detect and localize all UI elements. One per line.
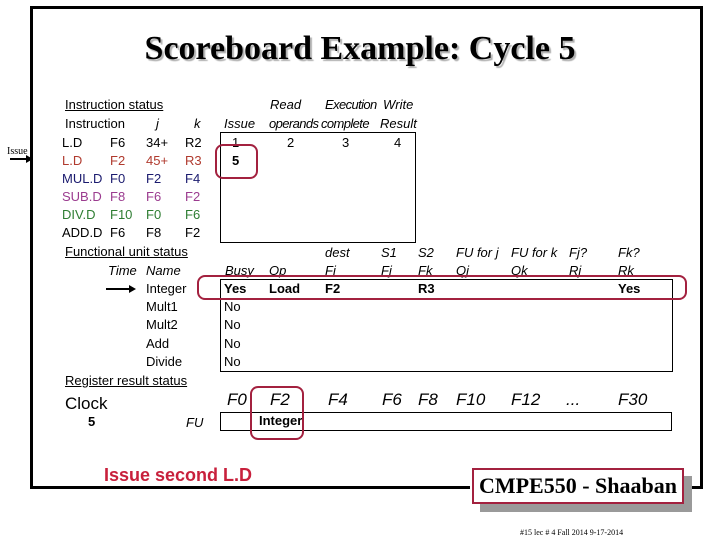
instr-j: 34+: [146, 135, 169, 150]
instr-k: R2: [185, 135, 202, 150]
register-name: F0: [227, 390, 247, 409]
instr-op: ADD.D: [62, 225, 103, 240]
header-qj-top: FU for j: [456, 245, 499, 260]
integer-unit-highlight: [197, 275, 687, 300]
fu-name: Add: [146, 335, 170, 351]
fu-row-label: FU: [186, 415, 204, 430]
instr-j: F2: [146, 171, 162, 186]
instr-op: L.D: [62, 135, 83, 150]
instr-dest: F8: [110, 189, 126, 204]
slide-frame-left: [30, 6, 33, 488]
instr-dest: F6: [110, 225, 126, 240]
header-k: k: [194, 116, 201, 131]
register-name: F30: [618, 390, 648, 409]
header-j: j: [156, 116, 159, 131]
fu-name: Divide: [146, 353, 183, 369]
register-f2-highlight: [250, 386, 304, 440]
footer-lecture-info: #15 lec # 4 Fall 2014 9-17-2014: [520, 528, 624, 537]
instr-op: DIV.D: [62, 207, 96, 222]
header-write-top: Write: [383, 97, 414, 112]
current-unit-arrow-icon: [106, 288, 130, 290]
header-rk-top: Fk?: [618, 245, 640, 260]
fu-busy: No: [224, 317, 241, 333]
header-name: Name: [146, 263, 181, 278]
instr-k: F4: [185, 171, 201, 186]
header-write-bottom: Result: [380, 116, 417, 131]
register-name: F4: [328, 390, 348, 409]
slide-frame-bottom: [30, 486, 470, 489]
issue-cycle-highlight: [215, 144, 258, 179]
register-name: F8: [418, 390, 438, 409]
instr-j: F6: [146, 189, 162, 204]
clock-value: 5: [88, 414, 96, 429]
fu-busy: No: [224, 353, 241, 369]
header-time: Time: [108, 263, 137, 278]
slide-frame-top: [30, 6, 703, 9]
fu-busy: No: [224, 299, 241, 315]
header-rj-top: Fj?: [569, 245, 588, 260]
instr-k: F2: [185, 225, 201, 240]
register-result-status-heading: Register result status: [65, 373, 188, 388]
slide-title: Scoreboard Example: Cycle 5: [144, 30, 576, 67]
instr-dest: F10: [110, 207, 133, 222]
header-read-bottom: operands: [269, 116, 319, 131]
header-dest-top: dest: [325, 245, 350, 260]
instr-dest: F2: [110, 153, 126, 168]
instr-exec: 3: [342, 135, 350, 150]
instr-read: 2: [287, 135, 295, 150]
fu-busy: No: [224, 335, 241, 351]
header-qk-top: FU for k: [511, 245, 558, 260]
header-exec-top: Execution: [325, 97, 377, 112]
footer-course-title: CMPE550 - Shaaban: [472, 468, 684, 504]
issue-arrow-head-icon: [26, 155, 33, 163]
header-exec-bottom: complete: [321, 116, 370, 131]
header-read-top: Read: [270, 97, 302, 112]
register-name: F6: [382, 390, 402, 409]
header-s2-top: S2: [418, 245, 434, 260]
instr-j: 45+: [146, 153, 169, 168]
register-name: F12: [511, 390, 541, 409]
issue-pointer-label: Issue: [7, 146, 28, 157]
register-name: F10: [456, 390, 486, 409]
instruction-status-heading: Instruction status: [65, 97, 164, 112]
instr-k: R3: [185, 153, 202, 168]
fu-name: Mult1: [146, 299, 178, 315]
fu-name: Integer: [146, 281, 187, 296]
instr-op: MUL.D: [62, 171, 103, 186]
functional-unit-status-heading: Functional unit status: [65, 244, 188, 259]
instr-k: F2: [185, 189, 201, 204]
instr-k: F6: [185, 207, 201, 222]
instr-j: F0: [146, 207, 162, 222]
instr-j: F8: [146, 225, 162, 240]
instr-op: L.D: [62, 153, 83, 168]
current-unit-arrow-head-icon: [129, 285, 136, 293]
header-instruction: Instruction: [65, 116, 125, 131]
instr-dest: F6: [110, 135, 126, 150]
register-name: ...: [566, 390, 581, 409]
instr-dest: F0: [110, 171, 126, 186]
clock-label: Clock: [65, 394, 108, 413]
instr-write: 4: [394, 135, 402, 150]
header-s1-top: S1: [381, 245, 397, 260]
fu-name: Mult2: [146, 317, 178, 333]
slide-frame-right: [700, 6, 703, 488]
header-issue: Issue: [224, 116, 256, 131]
instr-op: SUB.D: [62, 189, 102, 204]
cycle-note: Issue second L.D: [104, 465, 253, 485]
